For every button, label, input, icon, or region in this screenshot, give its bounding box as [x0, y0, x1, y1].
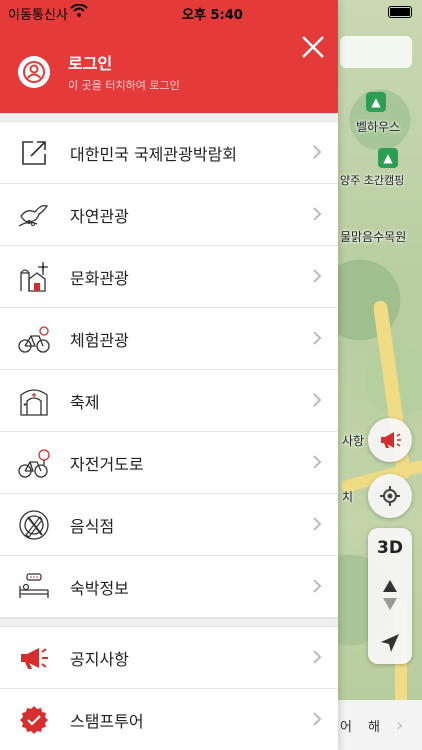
chevron-right-icon: [313, 455, 322, 469]
chevron-right-icon: [313, 650, 322, 664]
menu-item-bike-road[interactable]: 자전거도로: [0, 432, 338, 494]
menu-item-lodging[interactable]: 숙박정보: [0, 556, 338, 618]
menu-item-label: 숙박정보: [70, 578, 129, 598]
chevron-right-icon: [313, 207, 322, 221]
megaphone-icon: [16, 640, 52, 676]
divider: [0, 113, 338, 122]
chevron-right-icon: [313, 712, 322, 726]
map-label: 치: [342, 490, 354, 504]
barn-windmill-icon: [16, 259, 52, 295]
close-button[interactable]: [298, 32, 328, 62]
login-button[interactable]: 로그인 이 곳을 터치하여 로그인: [18, 50, 180, 93]
map-bottom-strip: 어 해 ›: [338, 700, 422, 750]
bicycle-icon: [16, 321, 52, 357]
external-link-icon: [16, 135, 52, 171]
chevron-right-icon[interactable]: ›: [396, 715, 403, 736]
tilt-arrows-icon[interactable]: [382, 578, 398, 612]
side-drawer: 로그인 이 곳을 터치하여 로그인 대한민국 국제관광박람회 자연관광 문화관광: [0, 0, 338, 750]
status-bar: 이동통신사 오후 5:40: [0, 0, 422, 24]
dove-branch-icon: [16, 197, 52, 233]
chevron-right-icon: [313, 269, 322, 283]
login-title: 로그인: [68, 54, 113, 73]
clock: 오후 5:40: [182, 8, 243, 23]
map-label: 양주 초간캠핑: [340, 174, 405, 187]
map-label: 벨하우스: [356, 120, 401, 134]
menu-item-experience[interactable]: 체험관광: [0, 308, 338, 370]
menu-item-label: 스탬프투어: [70, 711, 144, 731]
close-icon: [302, 36, 324, 58]
menu-item-nature[interactable]: 자연관광: [0, 184, 338, 246]
menu-item-expo[interactable]: 대한민국 국제관광박람회: [0, 122, 338, 184]
chevron-right-icon: [313, 145, 322, 159]
carrier-label: 이동통신사: [8, 8, 68, 23]
notice-float-button[interactable]: [368, 418, 412, 462]
map-label: 어: [340, 719, 352, 735]
chevron-right-icon: [313, 393, 322, 407]
user-icon: [23, 60, 45, 83]
stamp-icon: [16, 702, 52, 738]
menu-item-label: 자전거도로: [70, 454, 144, 474]
menu-item-label: 공지사항: [70, 649, 129, 669]
campsite-pin-icon[interactable]: ▲: [366, 92, 386, 112]
chevron-right-icon: [313, 331, 322, 345]
battery-icon: [388, 6, 412, 18]
login-subtitle: 이 곳을 터치하여 로그인: [68, 79, 180, 92]
menu-item-label: 대한민국 국제관광박람회: [70, 144, 238, 164]
menu-item-label: 축제: [70, 392, 100, 412]
chevron-right-icon: [313, 517, 322, 531]
menu-item-culture[interactable]: 문화관광: [0, 246, 338, 308]
menu-item-label: 자연관광: [70, 206, 129, 226]
avatar: [18, 55, 50, 88]
navigation-arrow-icon[interactable]: [379, 632, 401, 654]
menu-item-label: 체험관광: [70, 330, 129, 350]
menu-item-notice[interactable]: 공지사항: [0, 627, 338, 689]
menu-item-stamp-tour[interactable]: 스탬프투어: [0, 689, 338, 750]
chevron-right-icon: [313, 579, 322, 593]
menu-item-label: 문화관광: [70, 268, 129, 288]
map-control-panel: 3D: [368, 528, 412, 664]
map-search-bar[interactable]: [340, 36, 412, 68]
fork-knife-icon: [16, 507, 52, 543]
megaphone-icon: [381, 432, 401, 448]
divider: [0, 618, 338, 627]
gate-sparkle-icon: [16, 383, 52, 419]
bicycle-tree-icon: [16, 445, 52, 481]
3d-toggle-button[interactable]: 3D: [377, 538, 403, 558]
map-label: 해: [367, 719, 380, 735]
bed-icon: [16, 569, 52, 605]
campsite-pin-icon[interactable]: ▲: [378, 148, 398, 168]
my-location-button[interactable]: [368, 474, 412, 518]
wifi-icon: [70, 4, 88, 17]
crosshair-icon: [380, 486, 400, 506]
map-label: 물맑음수목원: [340, 230, 407, 244]
menu-item-label: 음식점: [70, 516, 115, 536]
menu-item-festival[interactable]: 축제: [0, 370, 338, 432]
menu-item-restaurant[interactable]: 음식점: [0, 494, 338, 556]
map-label: 사항: [342, 434, 365, 448]
